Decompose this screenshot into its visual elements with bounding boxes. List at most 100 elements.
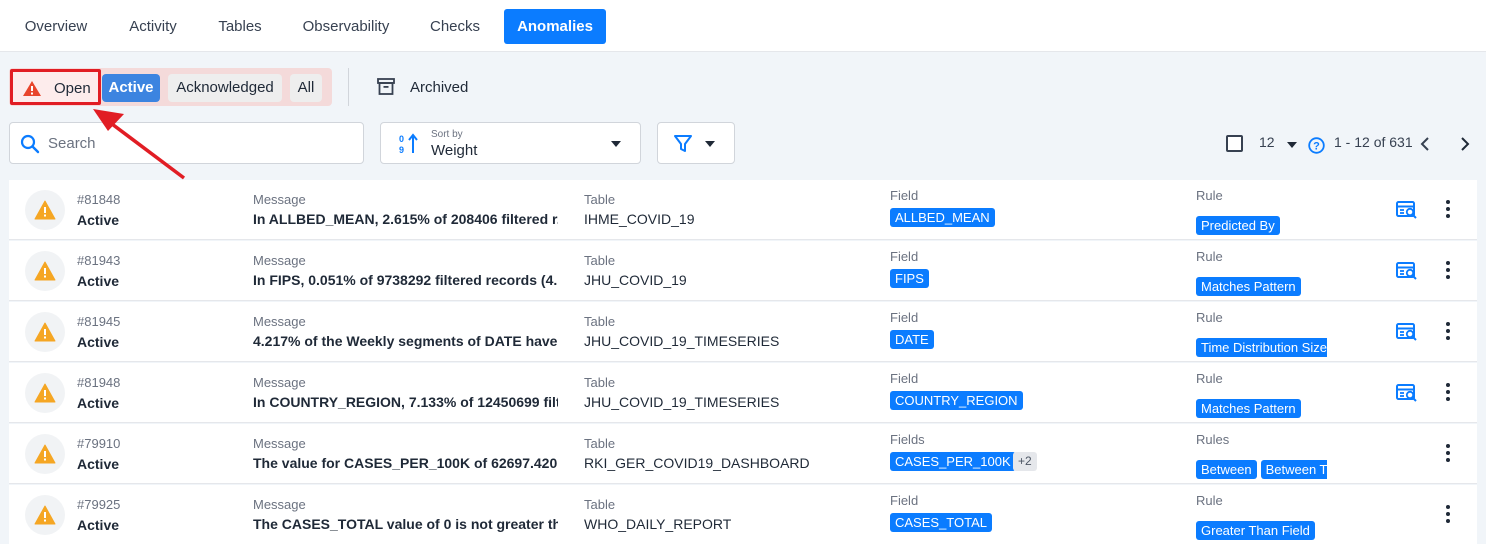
warning-icon bbox=[34, 505, 56, 525]
warning-icon bbox=[34, 200, 56, 220]
page-size-select[interactable]: 12 bbox=[1259, 134, 1275, 150]
field-badge[interactable]: FIPS bbox=[890, 269, 929, 288]
tab-observability[interactable]: Observability bbox=[286, 9, 406, 44]
message-label: Message bbox=[253, 375, 306, 390]
tab-activity[interactable]: Activity bbox=[112, 9, 194, 44]
sort-dropdown[interactable]: 0 9 Sort by Weight bbox=[380, 122, 641, 164]
source-records-icon[interactable] bbox=[1396, 201, 1418, 220]
more-options-icon[interactable] bbox=[1445, 261, 1451, 281]
chevron-left-icon[interactable] bbox=[1420, 137, 1430, 151]
rule-badge[interactable]: Between Time bbox=[1260, 460, 1327, 479]
caret-down-icon bbox=[705, 141, 715, 147]
source-records-icon[interactable] bbox=[1396, 262, 1418, 281]
anomaly-avatar bbox=[25, 434, 65, 474]
field-label: Field bbox=[890, 249, 919, 264]
anomaly-status: Active bbox=[77, 456, 120, 472]
anomaly-status: Active bbox=[77, 212, 120, 228]
help-icon[interactable]: ? bbox=[1308, 137, 1325, 154]
sort-icon: 0 9 bbox=[399, 133, 418, 155]
message-label: Message bbox=[253, 497, 306, 512]
warning-icon bbox=[34, 383, 56, 403]
table-label: Table bbox=[584, 192, 616, 207]
anomaly-avatar bbox=[25, 495, 65, 535]
tab-checks[interactable]: Checks bbox=[416, 9, 494, 44]
anomaly-status: Active bbox=[77, 395, 120, 411]
anomaly-message: In FIPS, 0.051% of 9738292 filtered reco… bbox=[253, 272, 558, 288]
search-box bbox=[9, 122, 364, 164]
rule-badge[interactable]: Time Distribution Size bbox=[1196, 338, 1327, 357]
rule-badges: Greater Than Field bbox=[1196, 521, 1327, 541]
select-all-checkbox[interactable] bbox=[1226, 135, 1243, 152]
status-open-button[interactable]: Open bbox=[10, 69, 101, 105]
rule-badge[interactable]: Predicted By bbox=[1196, 216, 1280, 235]
status-active-button[interactable]: Active bbox=[102, 74, 160, 102]
more-options-icon[interactable] bbox=[1445, 383, 1451, 403]
search-input[interactable] bbox=[48, 133, 348, 153]
anomaly-row[interactable]: #81943 Active Message In FIPS, 0.051% of 97… bbox=[9, 241, 1477, 301]
rule-label: Rules bbox=[1196, 432, 1230, 447]
field-label: Field bbox=[890, 493, 919, 508]
tab-tables[interactable]: Tables bbox=[204, 9, 276, 44]
rule-badges: Predicted By bbox=[1196, 216, 1327, 236]
anomaly-message: In ALLBED_MEAN, 2.615% of 208406 filtere… bbox=[253, 211, 558, 227]
field-badge[interactable]: CASES_PER_100K bbox=[890, 452, 1016, 471]
anomaly-id: #81943 bbox=[77, 253, 121, 268]
anomaly-message: In COUNTRY_REGION, 7.133% of 12450699 fi… bbox=[253, 394, 558, 410]
anomaly-table[interactable]: JHU_COVID_19_TIMESERIES bbox=[584, 333, 864, 349]
caret-down-icon[interactable] bbox=[1286, 141, 1298, 149]
anomaly-row[interactable]: #81948 Active Message In COUNTRY_REGION, 7.… bbox=[9, 363, 1477, 423]
anomaly-id: #81945 bbox=[77, 314, 121, 329]
message-label: Message bbox=[253, 436, 306, 451]
message-label: Message bbox=[253, 314, 306, 329]
rule-badge[interactable]: Matches Pattern bbox=[1196, 399, 1301, 418]
table-label: Table bbox=[584, 436, 616, 451]
status-all-button[interactable]: All bbox=[290, 74, 322, 102]
anomaly-id: #81848 bbox=[77, 192, 121, 207]
anomaly-status: Active bbox=[77, 273, 120, 289]
table-label: Table bbox=[584, 375, 616, 390]
tab-anomalies[interactable]: Anomalies bbox=[504, 9, 606, 44]
archived-label: Archived bbox=[410, 79, 469, 96]
more-options-icon[interactable] bbox=[1445, 200, 1451, 220]
anomaly-table[interactable]: RKI_GER_COVID19_DASHBOARD bbox=[584, 455, 864, 471]
more-options-icon[interactable] bbox=[1445, 444, 1451, 464]
anomaly-avatar bbox=[25, 251, 65, 291]
more-options-icon[interactable] bbox=[1445, 505, 1451, 525]
tab-overview[interactable]: Overview bbox=[10, 9, 102, 44]
more-options-icon[interactable] bbox=[1445, 322, 1451, 342]
field-badge[interactable]: ALLBED_MEAN bbox=[890, 208, 995, 227]
anomaly-table[interactable]: JHU_COVID_19 bbox=[584, 272, 864, 288]
anomaly-row[interactable]: #81945 Active Message 4.217% of the Weekly … bbox=[9, 302, 1477, 362]
field-label: Field bbox=[890, 310, 919, 325]
rule-badges: Time Distribution Size bbox=[1196, 338, 1327, 358]
field-more-badge[interactable]: +2 bbox=[1013, 452, 1037, 471]
anomaly-table[interactable]: JHU_COVID_19_TIMESERIES bbox=[584, 394, 864, 410]
field-badge[interactable]: CASES_TOTAL bbox=[890, 513, 992, 532]
anomaly-id: #79925 bbox=[77, 497, 121, 512]
field-label: Field bbox=[890, 188, 919, 203]
rule-label: Rule bbox=[1196, 493, 1223, 508]
rule-label: Rule bbox=[1196, 310, 1223, 325]
status-acknowledged-button[interactable]: Acknowledged bbox=[168, 74, 282, 102]
warning-icon bbox=[23, 81, 41, 96]
anomaly-row[interactable]: #79910 Active Message The value for CASES_P… bbox=[9, 424, 1477, 484]
anomaly-table[interactable]: IHME_COVID_19 bbox=[584, 211, 864, 227]
source-records-icon[interactable] bbox=[1396, 384, 1418, 403]
filter-button[interactable] bbox=[657, 122, 735, 164]
source-records-icon[interactable] bbox=[1396, 323, 1418, 342]
archived-button[interactable]: Archived bbox=[376, 78, 468, 98]
chevron-right-icon[interactable] bbox=[1460, 137, 1470, 151]
anomaly-table[interactable]: WHO_DAILY_REPORT bbox=[584, 516, 864, 532]
field-badge[interactable]: COUNTRY_REGION bbox=[890, 391, 1023, 410]
rule-badge[interactable]: Between bbox=[1196, 460, 1257, 479]
rule-badge[interactable]: Matches Pattern bbox=[1196, 277, 1301, 296]
anomaly-message: 4.217% of the Weekly segments of DATE ha… bbox=[253, 333, 558, 349]
warning-icon bbox=[34, 322, 56, 342]
sort-value: Weight bbox=[431, 142, 478, 159]
rule-badge[interactable]: Greater Than Field bbox=[1196, 521, 1315, 540]
field-label: Field bbox=[890, 371, 919, 386]
anomaly-row[interactable]: #81848 Active Message In ALLBED_MEAN, 2.615… bbox=[9, 180, 1477, 240]
anomaly-row[interactable]: #79925 Active Message The CASES_TOTAL value… bbox=[9, 485, 1477, 544]
field-badge[interactable]: DATE bbox=[890, 330, 934, 349]
anomaly-message: The value for CASES_PER_100K of 62697.42… bbox=[253, 455, 558, 471]
